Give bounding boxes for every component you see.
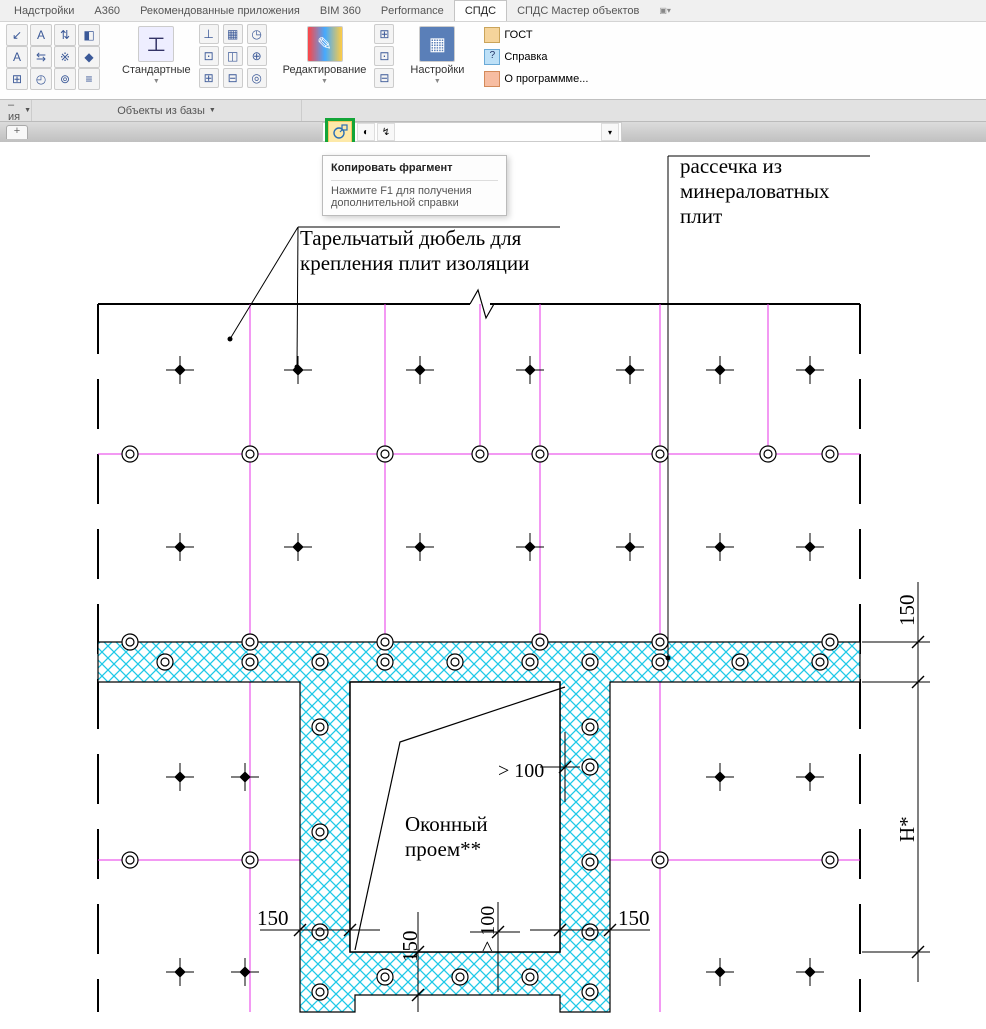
std-icon-a[interactable]: ⊥: [199, 24, 219, 44]
std-icon-c[interactable]: ⊞: [199, 68, 219, 88]
tool-icon-2[interactable]: A: [30, 24, 52, 46]
copy-fragment-button[interactable]: [328, 121, 352, 143]
ribbon-main: ↙ A ⇅ ◧ A ⇆ ※ ◆ ⊞ ◴ ⊚ ≡ 工 Стандартные ▼ …: [0, 22, 986, 100]
tool-icon-8[interactable]: ◆: [78, 46, 100, 68]
tab-recommended-apps[interactable]: Рекомендованные приложения: [130, 0, 310, 21]
tab-bim360[interactable]: BIM 360: [310, 0, 371, 21]
help-about[interactable]: О программме...: [480, 68, 592, 90]
tool-icon-1[interactable]: ↙: [6, 24, 28, 46]
tooltip-help-text: Нажмите F1 для получения дополнительной …: [331, 180, 498, 209]
tool-icon-12[interactable]: ≡: [78, 68, 100, 90]
tab-performance[interactable]: Performance: [371, 0, 454, 21]
panel-label-trunc[interactable]: –ия▼: [0, 100, 32, 121]
dim-150-a: 150: [257, 906, 289, 931]
std-icon-b[interactable]: ⊡: [199, 46, 219, 66]
sub-toolbar: ◐ ↯ ▾: [322, 122, 622, 142]
std-icon-e[interactable]: ◫: [223, 46, 243, 66]
dim-150-c: 150: [895, 595, 920, 627]
tool-icon-7[interactable]: ※: [54, 46, 76, 68]
add-tab-button[interactable]: +: [6, 125, 28, 139]
sub-toolbar-icon-3[interactable]: ↯: [377, 123, 395, 141]
ribbon-group-help: ГОСТ ? Справка О программме...: [474, 22, 598, 99]
std-icon-g[interactable]: ◷: [247, 24, 267, 44]
dim-hstar: H*: [895, 816, 920, 842]
help-gost[interactable]: ГОСТ: [480, 24, 592, 46]
ribbon-group-tools: ↙ A ⇅ ◧ A ⇆ ※ ◆ ⊞ ◴ ⊚ ≡: [0, 22, 112, 99]
ribbon-group-editing: ✎ Редактирование ▼ ⊞ ⊡ ⊟: [273, 22, 401, 99]
tool-icon-10[interactable]: ◴: [30, 68, 52, 90]
std-icon-d[interactable]: ▦: [223, 24, 243, 44]
edit-icon-b[interactable]: ⊡: [374, 46, 394, 66]
tool-icon-3[interactable]: ⇅: [54, 24, 76, 46]
tab-spds[interactable]: СПДС: [454, 0, 507, 21]
tab-overflow-chevron[interactable]: ▣▾: [653, 6, 677, 15]
settings-big-button[interactable]: ▦ Настройки ▼: [406, 24, 468, 87]
editing-big-button[interactable]: ✎ Редактирование ▼: [279, 24, 371, 88]
book-icon: [484, 27, 500, 43]
note-mineral-line3: плит: [680, 204, 722, 228]
dim-150-b: 150: [618, 906, 650, 931]
edit-color-icon: ✎: [307, 26, 343, 62]
note-mineral-line1: рассечка из: [680, 154, 782, 178]
standard-big-button[interactable]: 工 Стандартные ▼: [118, 24, 195, 88]
tool-icon-9[interactable]: ⊞: [6, 68, 28, 90]
panel-label-db-objects[interactable]: Объекты из базы▼: [32, 100, 302, 121]
dim-gt100-b: > 100: [477, 906, 500, 952]
tooltip-title: Копировать фрагмент: [331, 162, 498, 174]
std-icon-f[interactable]: ⊟: [223, 68, 243, 88]
tool-icon-5[interactable]: A: [6, 46, 28, 68]
ribbon-tabs-bar: Надстройки A360 Рекомендованные приложен…: [0, 0, 986, 22]
help-icon: ?: [484, 49, 500, 65]
tool-icon-11[interactable]: ⊚: [54, 68, 76, 90]
dim-150-v: 150: [398, 931, 423, 963]
note-dowel-line1: Тарельчатый дюбель для: [300, 226, 521, 250]
std-icon-i[interactable]: ◎: [247, 68, 267, 88]
help-spravka[interactable]: ? Справка: [480, 46, 592, 68]
window-opening-l2: проем**: [405, 837, 481, 861]
sub-toolbar-expand[interactable]: ▾: [601, 123, 619, 141]
settings-table-icon: ▦: [419, 26, 455, 62]
info-icon: [484, 71, 500, 87]
tooltip-copy-fragment: Копировать фрагмент Нажмите F1 для получ…: [322, 155, 507, 216]
ibeam-icon: 工: [138, 26, 174, 62]
note-mineral-line2: минераловатных: [680, 179, 830, 203]
ribbon-panel-label-bar: –ия▼ Объекты из базы▼: [0, 100, 986, 122]
tab-spds-master[interactable]: СПДС Мастер объектов: [507, 0, 649, 21]
note-dowel-line2: крепления плит изоляции: [300, 251, 529, 275]
std-icon-h[interactable]: ⊕: [247, 46, 267, 66]
tab-addins[interactable]: Надстройки: [4, 0, 84, 21]
tab-a360[interactable]: A360: [84, 0, 130, 21]
sub-toolbar-icon-2[interactable]: ◐: [357, 123, 375, 141]
window-opening-l1: Оконный: [405, 812, 488, 836]
tool-icon-4[interactable]: ◧: [78, 24, 100, 46]
ribbon-group-standard: 工 Стандартные ▼ ⊥ ⊡ ⊞ ▦ ◫ ⊟ ◷ ⊕ ◎: [112, 22, 273, 99]
drawing-canvas[interactable]: Тарельчатый дюбель для крепления плит из…: [0, 142, 986, 1029]
edit-icon-a[interactable]: ⊞: [374, 24, 394, 44]
dim-gt100-a: > 100: [498, 760, 544, 783]
tool-icon-6[interactable]: ⇆: [30, 46, 52, 68]
ribbon-group-settings: ▦ Настройки ▼: [400, 22, 474, 99]
edit-icon-c[interactable]: ⊟: [374, 68, 394, 88]
